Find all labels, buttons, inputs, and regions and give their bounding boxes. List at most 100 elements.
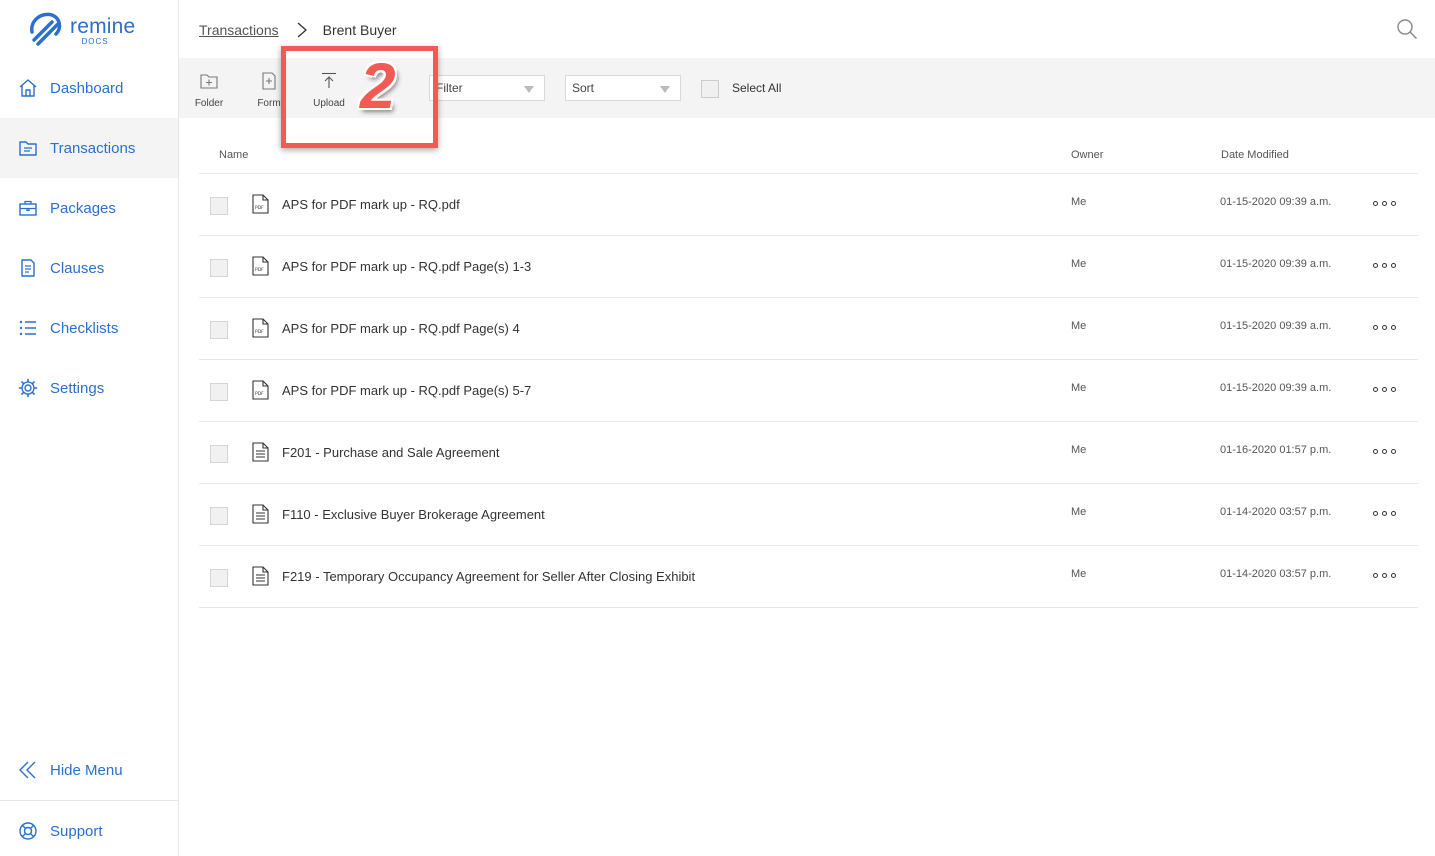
support-button[interactable]: Support — [0, 801, 178, 856]
document-file-icon — [252, 566, 269, 586]
row-checkbox[interactable] — [210, 321, 228, 339]
file-name[interactable]: APS for PDF mark up - RQ.pdf Page(s) 5-7 — [282, 383, 531, 398]
table-row[interactable]: PDF APS for PDF mark up - RQ.pdf Me 01-15-… — [199, 174, 1418, 236]
hide-menu-label: Hide Menu — [50, 761, 123, 779]
more-dot — [1373, 387, 1378, 392]
pdf-file-icon: PDF — [252, 318, 269, 338]
list-icon — [19, 320, 36, 336]
more-dot — [1391, 387, 1396, 392]
column-header-date-modified[interactable]: Date Modified — [1221, 149, 1289, 161]
more-dot — [1391, 511, 1396, 516]
logo-text: remine — [70, 15, 136, 38]
file-date-modified: 01-15-2020 09:39 a.m. — [1220, 320, 1332, 332]
sidebar-item-clauses[interactable]: Clauses — [0, 238, 178, 298]
select-all-label: Select All — [732, 81, 782, 95]
folder-label: Folder — [194, 98, 224, 109]
logo-subtitle: DOCS — [81, 37, 109, 46]
annotation-step-number: 2 — [360, 50, 396, 122]
sidebar-item-label: Settings — [50, 379, 105, 397]
row-checkbox[interactable] — [210, 259, 228, 277]
sidebar-item-label: Dashboard — [50, 79, 124, 97]
file-name[interactable]: APS for PDF mark up - RQ.pdf — [282, 197, 460, 212]
file-owner: Me — [1071, 196, 1087, 208]
file-name[interactable]: F201 - Purchase and Sale Agreement — [282, 445, 500, 460]
file-owner: Me — [1071, 258, 1087, 270]
more-dot — [1373, 511, 1378, 516]
row-checkbox[interactable] — [210, 569, 228, 587]
remine-logo-icon — [30, 12, 62, 46]
file-date-modified: 01-15-2020 09:39 a.m. — [1220, 382, 1332, 394]
more-dot — [1373, 573, 1378, 578]
sidebar-item-settings[interactable]: Settings — [0, 358, 178, 418]
more-options-icon[interactable] — [1373, 256, 1399, 274]
gear-icon — [18, 378, 38, 398]
more-options-icon[interactable] — [1373, 318, 1399, 336]
double-chevron-left-icon — [19, 761, 36, 779]
sort-label: Sort — [572, 81, 595, 95]
more-options-icon[interactable] — [1373, 504, 1399, 522]
more-dot — [1391, 201, 1396, 206]
breadcrumb-current: Brent Buyer — [322, 22, 397, 38]
file-owner: Me — [1071, 320, 1087, 332]
sort-dropdown[interactable]: Sort — [565, 75, 681, 101]
caret-down-icon — [660, 86, 670, 93]
pdf-file-icon: PDF — [252, 194, 269, 214]
more-options-icon[interactable] — [1373, 194, 1399, 212]
table-row[interactable]: F110 - Exclusive Buyer Brokerage Agreeme… — [199, 484, 1418, 546]
briefcase-icon — [19, 200, 37, 216]
svg-text:PDF: PDF — [255, 205, 264, 211]
file-date-modified: 01-14-2020 03:57 p.m. — [1220, 506, 1332, 518]
sidebar-item-packages[interactable]: Packages — [0, 178, 178, 238]
table-row[interactable]: F201 - Purchase and Sale Agreement Me 01-1… — [199, 422, 1418, 484]
more-options-icon[interactable] — [1373, 566, 1399, 584]
select-all-checkbox[interactable] — [701, 80, 719, 98]
file-name[interactable]: F110 - Exclusive Buyer Brokerage Agreeme… — [282, 507, 545, 522]
file-name[interactable]: F219 - Temporary Occupancy Agreement for… — [282, 569, 695, 584]
file-owner: Me — [1071, 506, 1087, 518]
sidebar-item-dashboard[interactable]: Dashboard — [0, 58, 178, 118]
document-icon — [21, 259, 35, 277]
pdf-file-icon: PDF — [252, 380, 269, 400]
hide-menu-button[interactable]: Hide Menu — [0, 740, 178, 800]
file-owner: Me — [1071, 444, 1087, 456]
more-dot — [1391, 263, 1396, 268]
search-icon[interactable] — [1396, 18, 1418, 40]
column-header-name[interactable]: Name — [219, 149, 248, 161]
more-dot — [1373, 325, 1378, 330]
sidebar-item-transactions[interactable]: Transactions — [0, 118, 178, 178]
new-folder-button[interactable]: Folder — [181, 58, 237, 118]
more-options-icon[interactable] — [1373, 442, 1399, 460]
more-dot — [1382, 201, 1387, 206]
file-date-modified: 01-15-2020 09:39 a.m. — [1220, 258, 1332, 270]
svg-text:PDF: PDF — [255, 329, 264, 335]
table-row[interactable]: F219 - Temporary Occupancy Agreement for… — [199, 546, 1418, 608]
more-dot — [1373, 201, 1378, 206]
row-checkbox[interactable] — [210, 197, 228, 215]
column-header-owner[interactable]: Owner — [1071, 149, 1103, 161]
remine-logo[interactable]: remine DOCS — [28, 10, 158, 50]
table-row[interactable]: PDF APS for PDF mark up - RQ.pdf Page(s)… — [199, 236, 1418, 298]
row-checkbox[interactable] — [210, 445, 228, 463]
pdf-file-icon: PDF — [252, 256, 269, 276]
folder-plus-icon — [200, 74, 218, 89]
table-row[interactable]: PDF APS for PDF mark up - RQ.pdf Page(s)… — [199, 298, 1418, 360]
table-row[interactable]: PDF APS for PDF mark up - RQ.pdf Page(s)… — [199, 360, 1418, 422]
breadcrumb-transactions-link[interactable]: Transactions — [199, 22, 279, 38]
filter-label: Filter — [436, 81, 463, 95]
more-dot — [1382, 387, 1387, 392]
more-dot — [1391, 325, 1396, 330]
sidebar-item-checklists[interactable]: Checklists — [0, 298, 178, 358]
sidebar-item-label: Transactions — [50, 139, 136, 157]
svg-text:PDF: PDF — [255, 267, 264, 273]
more-options-icon[interactable] — [1373, 380, 1399, 398]
file-name[interactable]: APS for PDF mark up - RQ.pdf Page(s) 1-3 — [282, 259, 531, 274]
file-name[interactable]: APS for PDF mark up - RQ.pdf Page(s) 4 — [282, 321, 520, 336]
chevron-right-icon — [297, 22, 307, 38]
sidebar-item-label: Clauses — [50, 259, 105, 277]
more-dot — [1373, 263, 1378, 268]
filter-dropdown[interactable]: Filter — [429, 75, 545, 101]
row-checkbox[interactable] — [210, 383, 228, 401]
row-checkbox[interactable] — [210, 507, 228, 525]
file-plus-icon — [262, 72, 276, 90]
file-date-modified: 01-14-2020 03:57 p.m. — [1220, 568, 1332, 580]
